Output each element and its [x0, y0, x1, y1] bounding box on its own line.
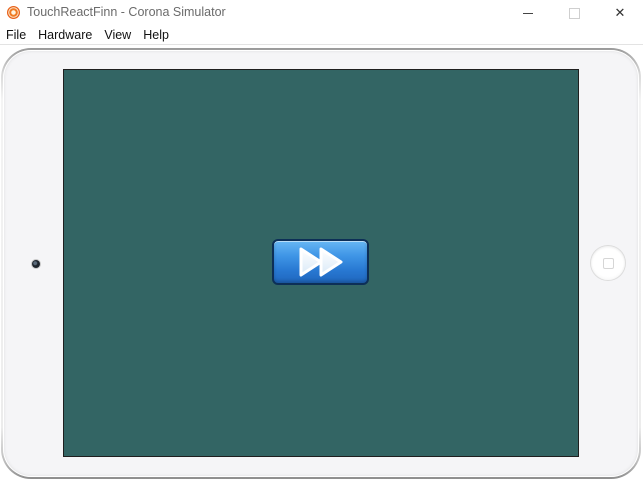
menu-view[interactable]: View	[98, 26, 137, 44]
maximize-icon	[568, 7, 580, 19]
front-camera-icon	[32, 260, 40, 268]
simulator-window: TouchReactFinn - Corona Simulator ✕ File…	[0, 0, 643, 481]
maximize-button[interactable]	[551, 0, 597, 26]
device-screen[interactable]	[64, 70, 578, 456]
home-square-icon	[603, 258, 614, 269]
home-button[interactable]	[591, 246, 625, 280]
menu-bar: File Hardware View Help	[0, 26, 643, 44]
minimize-button[interactable]	[505, 0, 551, 26]
simulator-client-area	[0, 44, 643, 481]
close-icon: ✕	[614, 5, 626, 20]
title-bar[interactable]: TouchReactFinn - Corona Simulator ✕	[0, 0, 643, 26]
menu-hardware[interactable]: Hardware	[32, 26, 98, 44]
corona-app-icon	[7, 6, 20, 19]
menu-help[interactable]: Help	[137, 26, 175, 44]
menu-file[interactable]: File	[0, 26, 32, 44]
fast-forward-icon	[299, 247, 343, 277]
play-button[interactable]	[272, 239, 369, 285]
minimize-icon	[523, 12, 533, 14]
close-button[interactable]: ✕	[597, 0, 643, 26]
window-title: TouchReactFinn - Corona Simulator	[27, 5, 226, 19]
